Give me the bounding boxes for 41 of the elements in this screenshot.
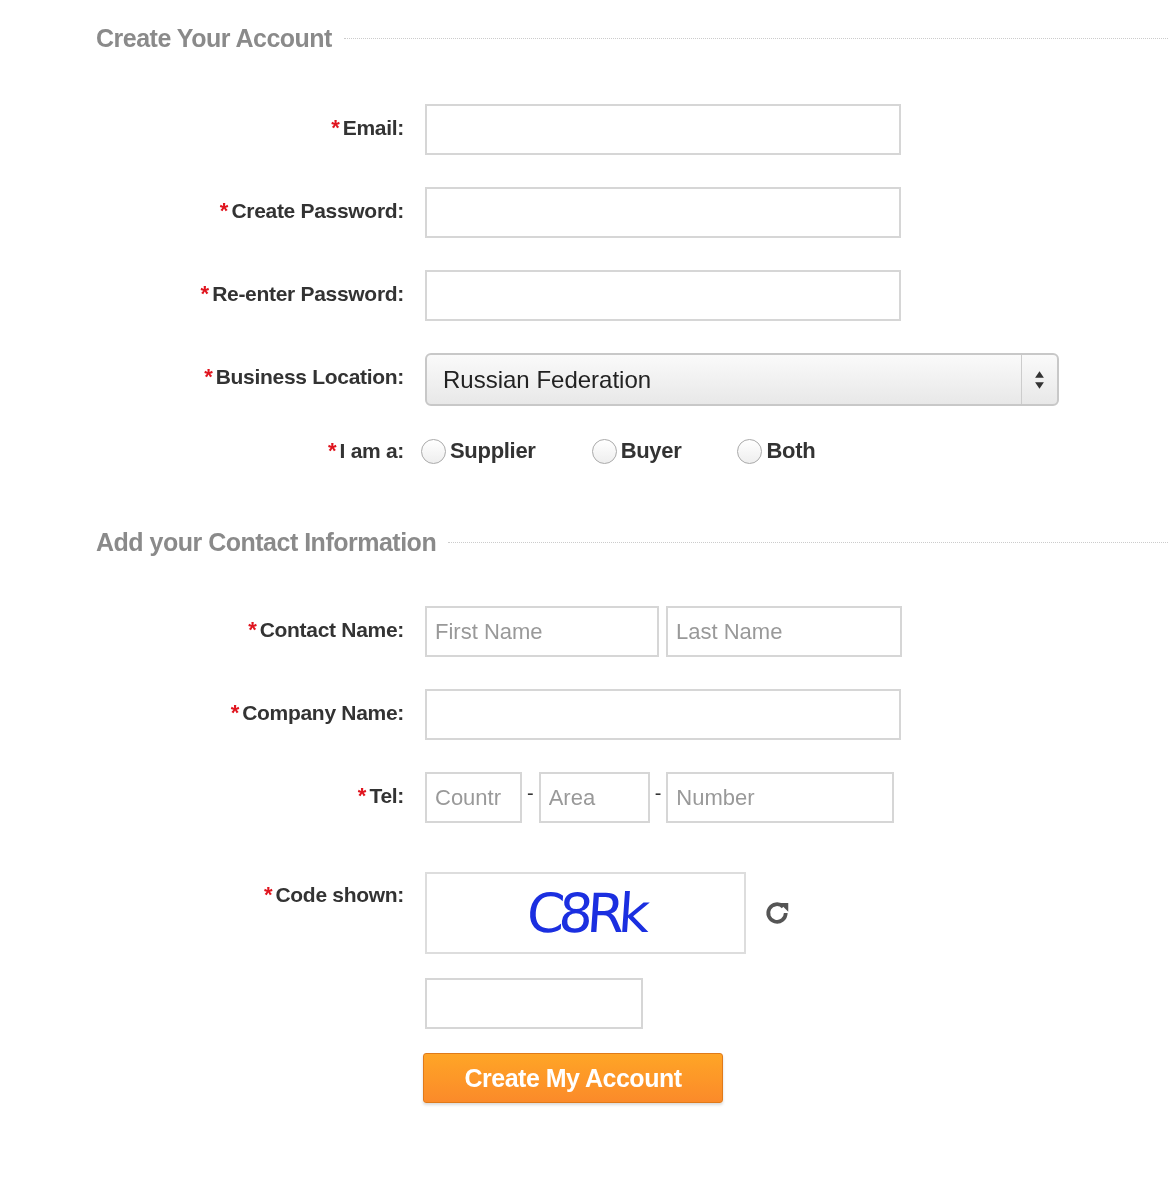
field-label: I am a: (339, 439, 404, 463)
input-field[interactable]: Countr (425, 772, 522, 823)
required-asterisk: * (328, 438, 337, 464)
field-label: Email: (342, 116, 404, 140)
input-field[interactable]: Last Name (666, 606, 902, 657)
option-label[interactable]: Buyer (620, 438, 682, 464)
radio-button[interactable] (591, 438, 617, 464)
dash-separator: - (654, 782, 662, 806)
required-asterisk: * (204, 364, 213, 390)
up-down-arrows-icon (1034, 368, 1045, 391)
input-field[interactable]: First Name (425, 606, 659, 657)
field-label: Contact Name: (259, 618, 404, 642)
field-label: Tel: (369, 784, 404, 808)
radio-button[interactable] (421, 438, 446, 464)
required-asterisk: * (230, 700, 240, 726)
input-field[interactable] (425, 187, 901, 238)
input-field[interactable]: Area (538, 772, 650, 823)
field-label: Code shown: (275, 883, 404, 907)
input-field[interactable]: Number (666, 772, 895, 823)
input-field[interactable] (425, 104, 901, 155)
location-dropdown[interactable]: Russian Federation (425, 353, 1059, 406)
radio-button[interactable] (737, 438, 763, 464)
required-asterisk: * (248, 617, 257, 643)
input-field[interactable] (425, 270, 901, 321)
required-asterisk: * (263, 882, 273, 908)
option-label[interactable]: Both (766, 438, 816, 464)
captcha-code: C8Rk (524, 881, 647, 945)
option-label[interactable]: Supplier (450, 438, 536, 464)
dash-separator: - (527, 782, 534, 806)
section-title: Create Your Account (96, 23, 332, 53)
field-label: Company Name: (242, 701, 404, 725)
required-asterisk: * (200, 281, 210, 307)
input-field[interactable] (425, 978, 643, 1029)
required-asterisk: * (357, 783, 367, 809)
required-asterisk: * (331, 115, 340, 141)
required-asterisk: * (219, 198, 229, 224)
field-label: Business Location: (215, 365, 404, 389)
field-label: Create Password: (231, 199, 404, 223)
section-title: Add your Contact Information (96, 527, 437, 557)
input-field[interactable] (425, 689, 901, 740)
field-label: Re-enter Password: (212, 282, 404, 306)
